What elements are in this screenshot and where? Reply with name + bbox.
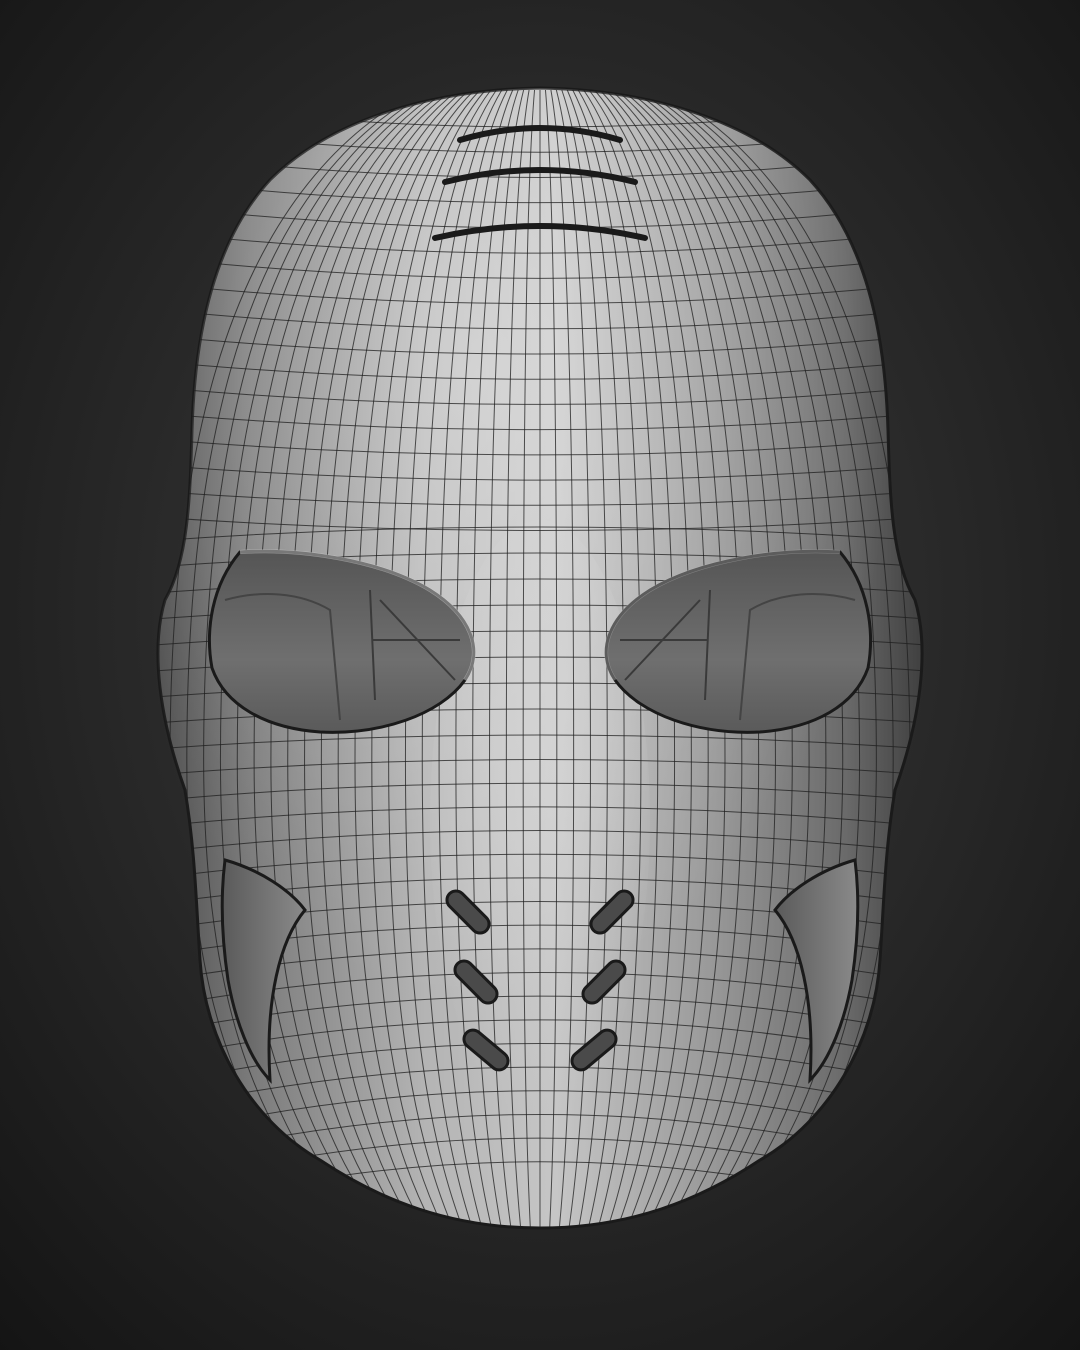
mask-render — [0, 0, 1080, 1350]
render-viewport — [0, 0, 1080, 1350]
